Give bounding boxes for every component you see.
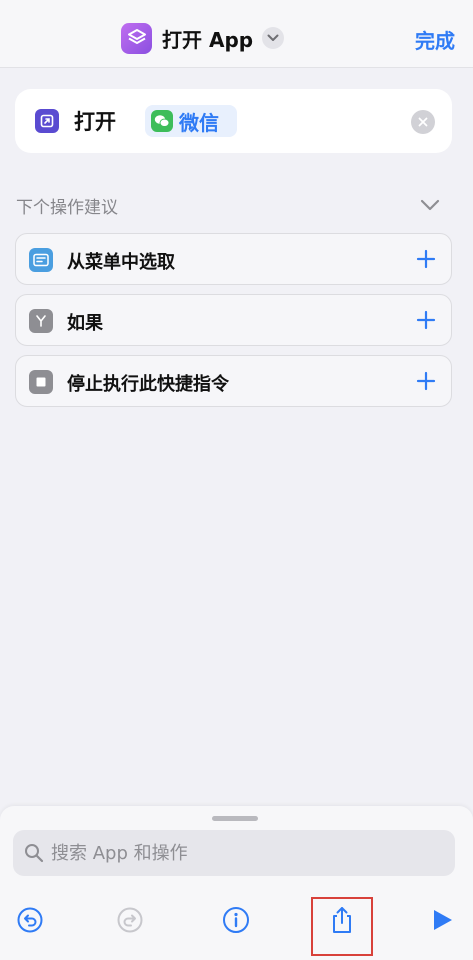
- undo-icon[interactable]: [15, 905, 45, 935]
- open-app-icon: [35, 109, 59, 133]
- shortcut-title: 打开 App: [162, 27, 254, 52]
- suggestion-label: 从菜单中选取: [67, 252, 175, 273]
- sheet-grabber[interactable]: [212, 816, 258, 821]
- action-verb: 打开: [74, 110, 116, 134]
- open-app-action[interactable]: 打开 微信: [15, 89, 452, 153]
- add-icon[interactable]: [413, 368, 439, 394]
- suggestions-header: 下个操作建议: [16, 198, 118, 218]
- shortcuts-app-icon: [121, 22, 152, 54]
- branch-icon: [29, 309, 53, 333]
- chevron-down-icon[interactable]: [419, 197, 441, 213]
- stop-icon: [29, 370, 53, 394]
- app-parameter[interactable]: 微信: [145, 105, 237, 137]
- suggestion-label: 停止执行此快捷指令: [67, 374, 229, 395]
- action-search-sheet: [0, 806, 473, 960]
- suggestion-item[interactable]: 如果: [15, 294, 452, 346]
- add-icon[interactable]: [413, 246, 439, 272]
- add-icon[interactable]: [413, 307, 439, 333]
- suggestion-item[interactable]: 从菜单中选取: [15, 233, 452, 285]
- shortcut-title-menu[interactable]: 打开 App: [121, 22, 285, 54]
- wechat-icon: [151, 110, 173, 132]
- search-input[interactable]: [51, 830, 441, 876]
- search-icon: [24, 843, 44, 863]
- suggestion-item[interactable]: 停止执行此快捷指令: [15, 355, 452, 407]
- chevron-down-icon[interactable]: [262, 27, 285, 49]
- suggestion-label: 如果: [67, 313, 103, 334]
- clear-icon[interactable]: [411, 110, 435, 134]
- info-icon[interactable]: [221, 905, 251, 935]
- app-name: 微信: [179, 110, 219, 135]
- search-bar[interactable]: [13, 830, 455, 876]
- share-button-highlight: [311, 897, 373, 956]
- play-icon[interactable]: [427, 905, 457, 935]
- menu-icon: [29, 248, 53, 272]
- redo-icon[interactable]: [115, 905, 145, 935]
- navigation-bar: 打开 App 完成: [0, 0, 473, 68]
- done-button[interactable]: 完成: [415, 25, 455, 54]
